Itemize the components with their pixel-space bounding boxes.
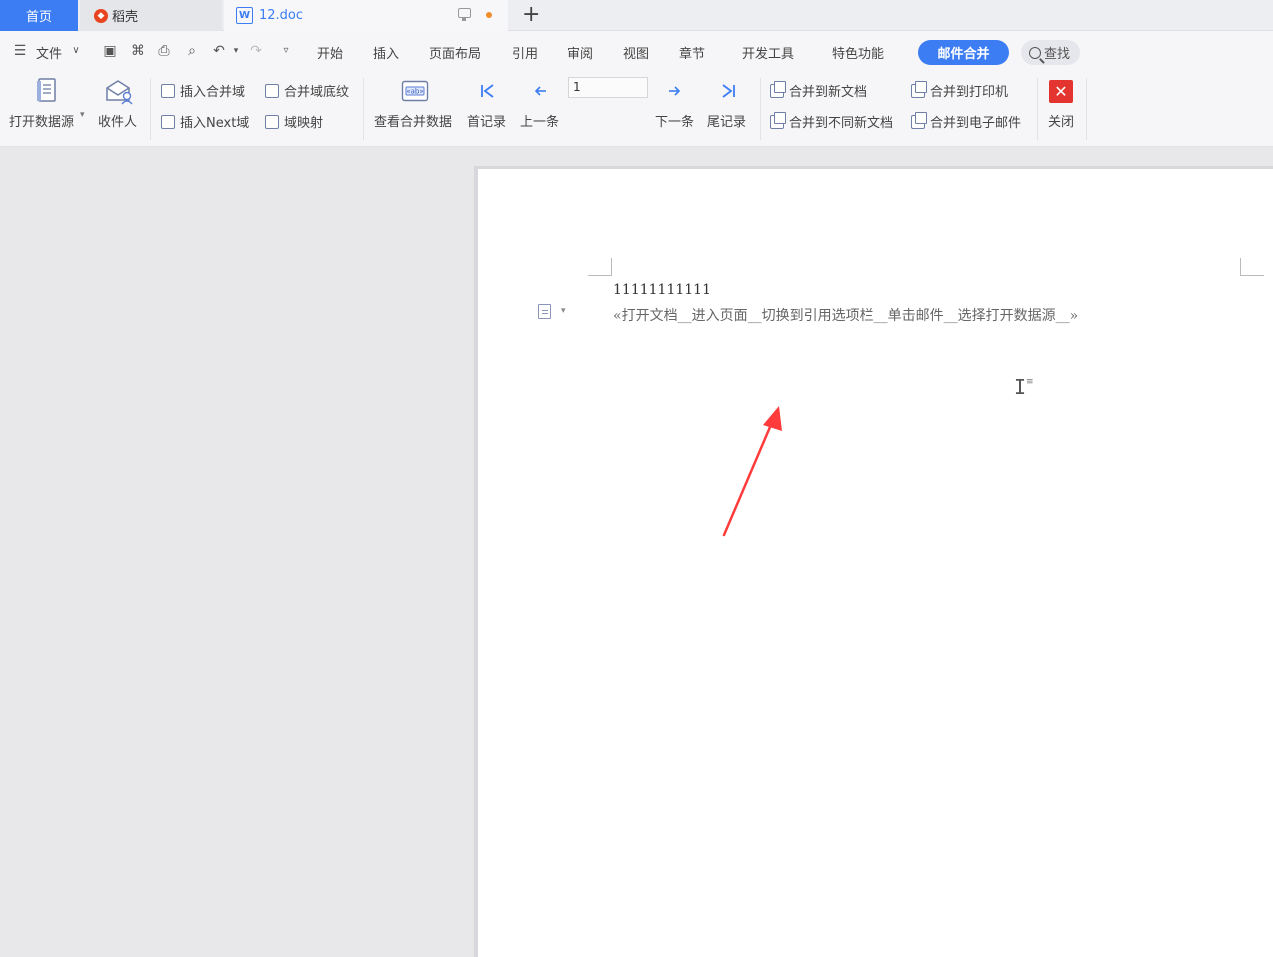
ribbon-separator	[1037, 78, 1038, 140]
tab-home-label: 首页	[25, 10, 52, 25]
open-datasource-button[interactable]: 打开数据源	[9, 111, 74, 130]
daoke-logo-icon: ◆	[94, 8, 108, 23]
menu-bar: ☰ 文件 ∨ ▣ ⌘ ⎙ ⌕ ↶ ▾ ↷ ▿ 开始 插入 页面布局 引用 审阅 …	[0, 31, 1273, 71]
redo-icon[interactable]: ↷	[248, 43, 264, 59]
merge-to-email-button[interactable]: 合并到电子邮件	[911, 112, 1021, 131]
document-page[interactable]	[478, 169, 1273, 957]
chevron-down-icon[interactable]: ∨	[68, 43, 84, 59]
svg-text:«ab»: «ab»	[406, 88, 423, 96]
search-icon	[1029, 46, 1041, 59]
menu-review[interactable]: 审阅	[567, 43, 593, 62]
insert-next-field-label: 插入Next域	[180, 116, 250, 131]
menu-developer-tools[interactable]: 开发工具	[742, 43, 794, 62]
merge-field-text[interactable]: «打开文档__进入页面__切换到引用选项栏__单击邮件__选择打开数据源__»	[613, 305, 1078, 325]
margin-corner-mark	[1240, 258, 1264, 276]
merge-to-printer-label: 合并到打印机	[930, 85, 1009, 100]
menu-start[interactable]: 开始	[317, 43, 343, 62]
merge-to-different-docs-label: 合并到不同新文档	[789, 116, 894, 131]
search-button[interactable]: 查找	[1021, 40, 1080, 65]
hamburger-menu-icon[interactable]: ☰	[12, 43, 28, 59]
open-datasource-icon[interactable]	[35, 77, 61, 105]
paragraph-dropdown-icon[interactable]: ▾	[561, 306, 566, 316]
merge-to-different-docs-button[interactable]: 合并到不同新文档	[770, 112, 893, 131]
cursor-mark-icon: ≡	[1026, 377, 1034, 387]
ribbon-separator	[760, 78, 761, 140]
insert-next-field-button[interactable]: 插入Next域	[161, 112, 249, 131]
undo-icon[interactable]: ↶	[211, 43, 227, 59]
merge-field-shading-label: 合并域底纹	[284, 85, 350, 100]
shading-icon	[265, 84, 279, 98]
document-line-1[interactable]: 11111111111	[613, 282, 711, 298]
close-mail-merge-button[interactable]: 关闭	[1048, 111, 1074, 130]
last-record-icon[interactable]	[719, 83, 737, 99]
tab-document-label: 12.doc	[259, 8, 304, 23]
menu-file[interactable]: 文件	[36, 43, 62, 62]
prev-record-button[interactable]: 上一条	[520, 111, 559, 130]
format-painter-icon[interactable]: ⌘	[130, 43, 146, 59]
save-icon[interactable]: ▣	[102, 43, 118, 59]
menu-mail-merge-active-tab[interactable]: 邮件合并	[918, 40, 1009, 65]
quick-access-dropdown-icon[interactable]: ▿	[278, 43, 294, 59]
open-datasource-dropdown-icon[interactable]: ▾	[80, 110, 85, 120]
view-merged-data-button[interactable]: 查看合并数据	[374, 111, 452, 130]
insert-merge-field-label: 插入合并域	[180, 85, 246, 100]
menu-insert[interactable]: 插入	[373, 43, 399, 62]
first-record-icon[interactable]	[479, 83, 497, 99]
tab-home[interactable]: 首页	[0, 0, 78, 31]
menu-page-layout[interactable]: 页面布局	[429, 43, 481, 62]
word-doc-icon: W	[236, 7, 253, 24]
merge-to-printer-button[interactable]: 合并到打印机	[911, 81, 1008, 100]
print-preview-icon[interactable]: ⌕	[184, 43, 200, 59]
new-tab-button[interactable]: +	[522, 2, 540, 28]
merge-email-icon	[911, 112, 927, 129]
next-record-icon[interactable]	[666, 84, 682, 98]
merge-to-new-doc-label: 合并到新文档	[789, 85, 868, 100]
merge-field-icon	[161, 84, 175, 98]
paragraph-layout-icon[interactable]	[538, 304, 551, 319]
undo-dropdown-icon[interactable]: ▾	[228, 43, 244, 59]
menu-chapter[interactable]: 章节	[679, 43, 705, 62]
merge-to-new-doc-button[interactable]: 合并到新文档	[770, 81, 867, 100]
tab-bar: 首页 ◆ 稻壳 W 12.doc +	[0, 0, 1273, 31]
next-field-icon	[161, 115, 175, 129]
field-mapping-button[interactable]: 域映射	[265, 112, 323, 131]
monitor-icon[interactable]	[458, 8, 471, 21]
next-record-button[interactable]: 下一条	[655, 111, 694, 130]
tab-daoke[interactable]: ◆ 稻壳	[80, 0, 222, 31]
text-cursor-icon: I	[1014, 375, 1027, 399]
print-icon[interactable]: ⎙	[156, 43, 172, 59]
merge-printer-icon	[911, 81, 927, 98]
menu-references[interactable]: 引用	[512, 43, 538, 62]
tab-daoke-label: 稻壳	[112, 10, 139, 25]
ribbon-separator	[150, 78, 151, 140]
menu-special-features[interactable]: 特色功能	[832, 43, 884, 62]
search-label: 查找	[1044, 47, 1071, 62]
unsaved-dot-icon	[486, 12, 492, 18]
field-mapping-label: 域映射	[284, 116, 324, 131]
menu-view[interactable]: 视图	[623, 43, 649, 62]
insert-merge-field-button[interactable]: 插入合并域	[161, 81, 245, 100]
record-number-input[interactable]: 1	[568, 77, 648, 98]
recipients-icon[interactable]	[104, 78, 134, 105]
margin-corner-mark	[588, 258, 612, 276]
last-record-button[interactable]: 尾记录	[707, 111, 746, 130]
ribbon-separator	[1086, 78, 1087, 140]
merge-docs-icon	[770, 112, 786, 129]
field-mapping-icon	[265, 115, 279, 129]
merge-doc-icon	[770, 81, 786, 98]
recipients-button[interactable]: 收件人	[98, 111, 137, 130]
close-icon[interactable]: ✕	[1049, 80, 1073, 103]
view-merged-data-icon[interactable]: «ab»	[401, 80, 429, 102]
prev-record-icon[interactable]	[533, 84, 549, 98]
annotation-arrow-icon	[722, 406, 782, 537]
merge-field-shading-button[interactable]: 合并域底纹	[265, 81, 349, 100]
tab-document[interactable]: W 12.doc	[224, 0, 508, 31]
merge-to-email-label: 合并到电子邮件	[930, 116, 1022, 131]
first-record-button[interactable]: 首记录	[467, 111, 506, 130]
ribbon-separator	[363, 78, 364, 140]
